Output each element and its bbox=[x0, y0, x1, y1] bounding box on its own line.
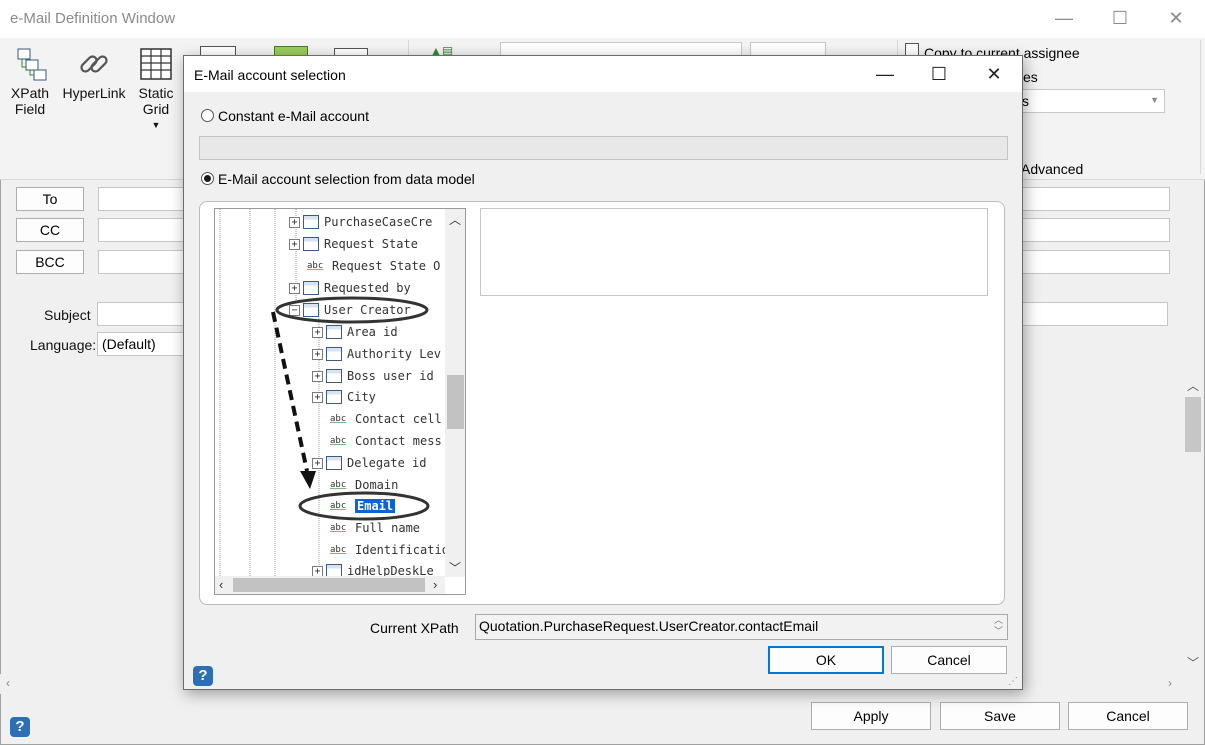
to-button[interactable]: To bbox=[16, 187, 84, 211]
tree-hscroll-thumb[interactable] bbox=[233, 578, 425, 592]
subject-label: Subject bbox=[44, 307, 91, 323]
xpath-field-icon bbox=[17, 48, 47, 81]
window-title: e-Mail Definition Window bbox=[10, 10, 176, 27]
window-titlebar: e-Mail Definition Window — ☐ ✕ bbox=[0, 0, 1205, 38]
language-dropdown[interactable]: (Default) bbox=[97, 332, 187, 356]
maximize-button[interactable]: ☐ bbox=[1097, 0, 1143, 36]
close-button[interactable]: ✕ bbox=[1153, 0, 1199, 36]
apply-button[interactable]: Apply bbox=[811, 702, 931, 730]
datamodel-account-label: E-Mail account selection from data model bbox=[218, 171, 475, 187]
save-button[interactable]: Save bbox=[940, 702, 1060, 730]
advanced-label[interactable]: Advanced bbox=[1021, 161, 1083, 177]
hyperlink-button[interactable]: HyperLink bbox=[60, 38, 128, 101]
xpath-field-button[interactable]: XPath Field bbox=[6, 38, 54, 117]
to-input[interactable] bbox=[98, 187, 188, 211]
constant-account-input[interactable] bbox=[199, 136, 1008, 160]
dialog-close-button[interactable]: ✕ bbox=[970, 56, 1018, 92]
scroll-up-icon[interactable]: ︿ bbox=[449, 211, 461, 228]
chevron-down-icon: ▼ bbox=[151, 120, 161, 130]
scroll-left-icon[interactable]: ‹ bbox=[6, 676, 10, 690]
data-model-tree[interactable]: + PurchaseCaseCre + Request State abc Re… bbox=[214, 208, 466, 595]
ribbon-dropdown-value: s bbox=[1022, 93, 1029, 109]
constant-account-label: Constant e-Mail account bbox=[218, 108, 369, 124]
chain-link-icon bbox=[80, 55, 108, 73]
constant-account-radio[interactable] bbox=[201, 109, 214, 122]
chevron-down-icon: ▼ bbox=[1150, 95, 1159, 105]
current-xpath-value: Quotation.PurchaseRequest.UserCreator.co… bbox=[479, 618, 819, 634]
dialog-titlebar: E-Mail account selection — ☐ ✕ bbox=[184, 56, 1022, 92]
static-grid-label: Static Grid bbox=[138, 85, 174, 117]
resize-grip-icon[interactable]: ⋰ bbox=[1008, 676, 1018, 687]
dialog-minimize-button[interactable]: — bbox=[861, 56, 909, 92]
dialog-title: E-Mail account selection bbox=[194, 67, 346, 83]
ribbon-separator bbox=[1200, 40, 1201, 174]
spin-icon[interactable]: ︿ ﹀ bbox=[994, 615, 1003, 637]
cc-input[interactable] bbox=[98, 218, 188, 242]
cancel-button[interactable]: Cancel bbox=[1068, 702, 1188, 730]
datamodel-account-radio[interactable] bbox=[201, 172, 214, 185]
bcc-input[interactable] bbox=[98, 250, 188, 274]
ok-button[interactable]: OK bbox=[768, 646, 884, 674]
dialog-maximize-button[interactable]: ☐ bbox=[915, 56, 963, 92]
language-label: Language: bbox=[30, 337, 97, 353]
editor-scroll-thumb[interactable] bbox=[1185, 397, 1201, 452]
bcc-input-right[interactable] bbox=[1022, 250, 1170, 274]
scroll-down-icon[interactable]: ﹀ bbox=[449, 559, 461, 576]
cc-input-right[interactable] bbox=[1022, 218, 1170, 242]
email-account-selection-dialog: E-Mail account selection — ☐ ✕ Constant … bbox=[183, 55, 1023, 690]
cc-button[interactable]: CC bbox=[16, 218, 84, 242]
annotation-overlay bbox=[271, 296, 430, 521]
ribbon-dropdown[interactable]: s ▼ bbox=[1017, 89, 1165, 113]
current-xpath-field[interactable]: Quotation.PurchaseRequest.UserCreator.co… bbox=[475, 614, 1008, 640]
subject-input[interactable] bbox=[97, 302, 187, 326]
scroll-up-icon[interactable]: ︿ bbox=[1187, 377, 1199, 394]
grid-icon bbox=[140, 48, 172, 80]
hyperlink-label: HyperLink bbox=[62, 85, 126, 101]
dialog-cancel-button[interactable]: Cancel bbox=[891, 646, 1007, 674]
scroll-right-icon[interactable]: › bbox=[1168, 676, 1172, 690]
tree-scroll-thumb[interactable] bbox=[447, 375, 464, 429]
static-grid-button[interactable]: Static Grid ▼ bbox=[132, 38, 180, 133]
scroll-down-icon[interactable]: ﹀ bbox=[1187, 654, 1199, 671]
scroll-left-icon[interactable]: ‹ bbox=[219, 577, 223, 592]
minimize-button[interactable]: — bbox=[1041, 0, 1087, 36]
xpath-field-label: XPath Field bbox=[10, 85, 50, 117]
bcc-button[interactable]: BCC bbox=[16, 250, 84, 274]
dialog-help-icon[interactable]: ? bbox=[193, 666, 213, 686]
to-input-right[interactable] bbox=[1022, 187, 1170, 211]
current-xpath-label: Current XPath bbox=[370, 620, 459, 636]
scroll-right-icon[interactable]: › bbox=[433, 577, 437, 592]
ribbon-label-fragment: es bbox=[1023, 69, 1038, 85]
field-preview-box bbox=[480, 208, 988, 296]
help-icon[interactable]: ? bbox=[10, 717, 30, 737]
subject-input-right[interactable] bbox=[1022, 302, 1168, 326]
